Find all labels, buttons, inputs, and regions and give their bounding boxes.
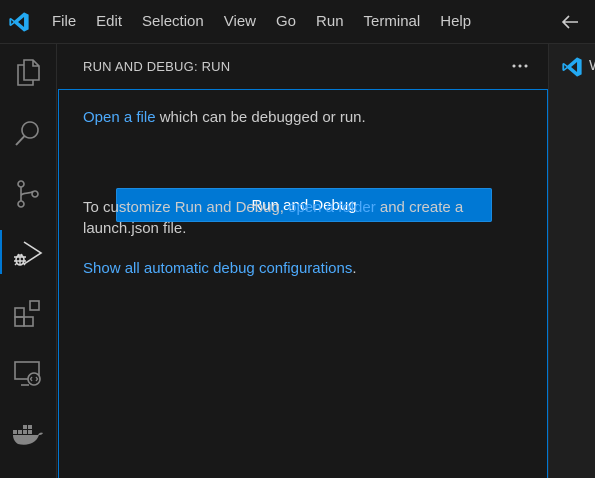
show-configs-suffix: .: [352, 260, 357, 277]
launch-json-text: launch.json file.: [83, 220, 187, 237]
menu-selection[interactable]: Selection: [132, 0, 214, 44]
menu-bar: File Edit Selection View Go Run Terminal…: [42, 0, 481, 44]
welcome-view: Open a file which can be debugged or run…: [58, 89, 548, 478]
vscode-logo-icon: [9, 12, 29, 32]
open-folder-link[interactable]: open a folder: [288, 199, 376, 216]
extensions-icon[interactable]: [12, 298, 44, 330]
docker-icon[interactable]: [12, 420, 44, 452]
customize-prefix: To customize Run and Debug,: [83, 199, 289, 216]
menu-run[interactable]: Run: [306, 0, 354, 44]
remote-explorer-icon[interactable]: [12, 358, 44, 390]
sidebar-title: RUN AND DEBUG: RUN: [83, 58, 231, 74]
show-configs-line: Show all automatic debug configurations.: [83, 258, 523, 279]
title-bar: File Edit Selection View Go Run Terminal…: [0, 0, 595, 44]
editor-tab-welcome[interactable]: W: [549, 44, 595, 88]
active-indicator: [0, 230, 2, 274]
editor-area: W: [549, 44, 595, 478]
files-explorer-icon[interactable]: [12, 56, 44, 88]
menu-go[interactable]: Go: [266, 0, 306, 44]
run-debug-sidebar: RUN AND DEBUG: RUN Open a file which can…: [57, 44, 549, 478]
search-icon[interactable]: [12, 118, 44, 150]
menu-file[interactable]: File: [42, 0, 86, 44]
menu-view[interactable]: View: [214, 0, 266, 44]
run-debug-icon[interactable]: [12, 238, 44, 270]
customize-line: To customize Run and Debug, open a folde…: [83, 197, 523, 218]
activity-bar: [0, 44, 57, 478]
source-control-icon[interactable]: [12, 178, 44, 210]
menu-help[interactable]: Help: [430, 0, 481, 44]
menu-terminal[interactable]: Terminal: [354, 0, 431, 44]
customize-suffix: and create a: [375, 199, 464, 216]
more-actions-icon[interactable]: [510, 56, 530, 76]
editor-tab-label: W: [589, 57, 595, 74]
launch-json-line: launch.json file.: [83, 218, 523, 239]
vscode-logo-icon: [562, 57, 582, 77]
open-file-text: which can be debugged or run.: [155, 109, 366, 126]
arrow-left-icon[interactable]: [558, 12, 582, 32]
open-file-link[interactable]: Open a file: [83, 109, 156, 126]
menu-edit[interactable]: Edit: [86, 0, 132, 44]
show-configs-link[interactable]: Show all automatic debug configurations: [83, 260, 352, 277]
open-file-line: Open a file which can be debugged or run…: [83, 107, 523, 128]
sidebar-header: RUN AND DEBUG: RUN: [57, 44, 549, 88]
